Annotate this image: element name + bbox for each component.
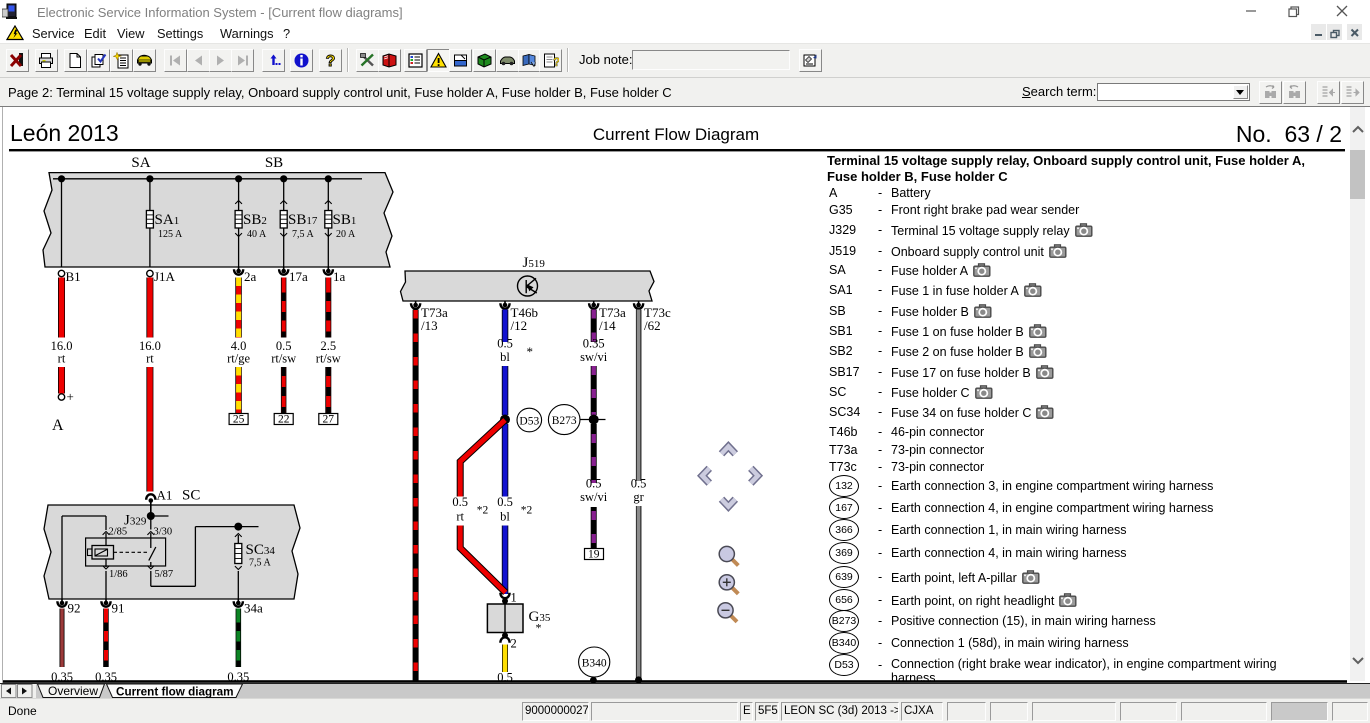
svg-text:J519: J519 <box>523 255 546 271</box>
svg-text:0.5: 0.5 <box>452 495 468 509</box>
svg-text:25: 25 <box>233 414 245 426</box>
svg-text:León 2013: León 2013 <box>10 120 119 146</box>
svg-text:/14: /14 <box>599 318 616 333</box>
svg-text:34a: 34a <box>244 601 263 616</box>
svg-text:rt: rt <box>456 510 464 524</box>
svg-text:92: 92 <box>68 601 81 616</box>
svg-text:91: 91 <box>112 601 125 616</box>
svg-text:19: 19 <box>588 549 600 561</box>
svg-text:*: * <box>527 344 534 359</box>
svg-text:*: * <box>536 621 542 635</box>
svg-text:B273: B273 <box>552 415 577 427</box>
svg-text:*2: *2 <box>477 505 489 517</box>
svg-text:B1: B1 <box>66 269 81 284</box>
svg-text:sw/vi: sw/vi <box>580 490 608 504</box>
svg-text:0.5: 0.5 <box>497 337 513 351</box>
svg-text:A1: A1 <box>157 488 173 503</box>
svg-text:22: 22 <box>278 414 290 426</box>
svg-text:J1A: J1A <box>154 269 176 284</box>
svg-text:bl: bl <box>500 350 510 364</box>
svg-text:40 A: 40 A <box>247 229 267 240</box>
svg-text:1a: 1a <box>333 269 346 284</box>
svg-text:SA1: SA1 <box>155 212 180 228</box>
svg-text:SB17: SB17 <box>288 212 318 228</box>
svg-text:SB1: SB1 <box>333 212 357 228</box>
svg-text:Current Flow Diagram: Current Flow Diagram <box>593 125 759 144</box>
svg-text:2a: 2a <box>244 269 257 284</box>
svg-text:SB: SB <box>265 155 283 171</box>
svg-text:sw/vi: sw/vi <box>580 350 608 364</box>
svg-text:/13: /13 <box>421 318 438 333</box>
svg-text:+: + <box>67 389 74 404</box>
svg-text:20 A: 20 A <box>336 229 356 240</box>
svg-text:SC34: SC34 <box>246 542 276 558</box>
svg-text:*2: *2 <box>521 505 533 517</box>
svg-text:rt/ge: rt/ge <box>227 352 250 366</box>
svg-text:1: 1 <box>511 591 517 605</box>
svg-text:B340: B340 <box>582 657 607 669</box>
svg-text:SC: SC <box>182 488 200 504</box>
svg-text:rt: rt <box>58 352 66 366</box>
svg-text:7,5 A: 7,5 A <box>249 558 271 569</box>
svg-text:rt/sw: rt/sw <box>271 352 296 366</box>
svg-text:?: ? <box>553 55 559 69</box>
svg-text:17a: 17a <box>289 269 308 284</box>
svg-text:rt: rt <box>146 352 154 366</box>
svg-text:0.5: 0.5 <box>586 477 602 491</box>
svg-text:bl: bl <box>500 510 510 524</box>
svg-text:rt/sw: rt/sw <box>316 352 341 366</box>
svg-text:7,5 A: 7,5 A <box>292 229 314 240</box>
svg-text:125 A: 125 A <box>158 229 183 240</box>
svg-text:3/30: 3/30 <box>154 527 173 538</box>
svg-text:5/87: 5/87 <box>155 569 174 580</box>
svg-text:SA: SA <box>131 155 150 171</box>
svg-text:1/86: 1/86 <box>109 569 128 580</box>
svg-text:SB2: SB2 <box>243 212 267 228</box>
svg-text:27: 27 <box>323 414 335 426</box>
svg-text:0.5: 0.5 <box>631 477 647 491</box>
svg-text:?: ? <box>325 53 335 69</box>
svg-text:A: A <box>52 417 64 434</box>
svg-text:gr: gr <box>633 490 644 504</box>
svg-text:2/85: 2/85 <box>109 527 128 538</box>
svg-text:J329: J329 <box>124 513 147 529</box>
svg-text:Overview: Overview <box>48 684 98 698</box>
svg-text:0.5: 0.5 <box>497 495 513 509</box>
svg-text:2: 2 <box>511 637 517 651</box>
svg-text:/62: /62 <box>644 318 661 333</box>
svg-text:Current flow diagram: Current flow diagram <box>116 686 234 699</box>
svg-text:D53: D53 <box>519 415 539 427</box>
svg-text:/12: /12 <box>511 318 528 333</box>
svg-text:0.35: 0.35 <box>583 337 605 351</box>
